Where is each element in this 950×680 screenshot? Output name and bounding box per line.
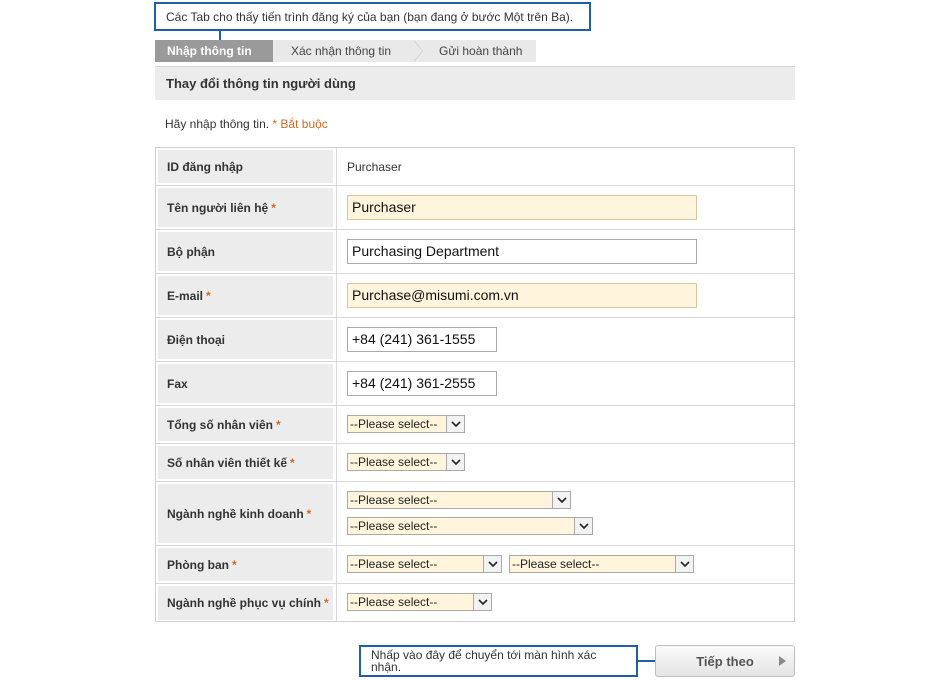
next-button-label: Tiếp theo xyxy=(696,653,754,669)
step-arrow-icon xyxy=(413,40,422,62)
login-id-value: Purchaser xyxy=(347,159,402,174)
row-contact-name: Tên người liên hệ * Purchaser xyxy=(156,186,794,230)
design-employees-select[interactable]: --Please select-- xyxy=(347,453,465,471)
business-industry-select-2[interactable]: --Please select-- xyxy=(347,517,593,535)
department-input[interactable]: Purchasing Department xyxy=(347,239,697,264)
served-industry-select[interactable]: --Please select-- xyxy=(347,593,492,611)
total-employees-label: Tổng số nhân viên * xyxy=(158,408,333,441)
step-complete: Gửi hoàn thành xyxy=(415,40,536,62)
tabs-hint-callout: Các Tab cho thấy tiến trình đăng ký của … xyxy=(154,2,591,31)
design-employees-label: Số nhân viên thiết kế * xyxy=(158,446,333,479)
contact-name-label: Tên người liên hệ * xyxy=(158,188,333,227)
chevron-down-icon xyxy=(483,556,501,572)
email-label: E-mail * xyxy=(158,276,333,315)
total-employees-select[interactable]: --Please select-- xyxy=(347,415,465,433)
row-total-employees: Tổng số nhân viên * --Please select-- xyxy=(156,406,794,444)
division-select-2[interactable]: --Please select-- xyxy=(509,555,694,573)
play-arrow-icon xyxy=(779,656,786,666)
next-hint-callout: Nhấp vào đây để chuyển tới màn hình xác … xyxy=(359,645,638,677)
chevron-down-icon xyxy=(446,454,464,470)
page-title: Thay đổi thông tin người dùng xyxy=(155,66,795,100)
business-industry-select-1[interactable]: --Please select-- xyxy=(347,491,571,509)
row-phone: Điện thoại +84 (241) 361-1555 xyxy=(156,318,794,362)
department-label: Bộ phận xyxy=(158,232,333,271)
row-email: E-mail * Purchase@misumi.com.vn xyxy=(156,274,794,318)
row-business-industry: Ngành nghề kinh doanh * --Please select--… xyxy=(156,482,794,546)
form-instruction: Hãy nhập thông tin. * Bắt buộc xyxy=(165,117,328,131)
contact-name-input[interactable]: Purchaser xyxy=(347,195,697,220)
row-department: Bộ phận Purchasing Department xyxy=(156,230,794,274)
user-info-form: ID đăng nhập Purchaser Tên người liên hệ… xyxy=(155,147,795,622)
progress-steps: Nhập thông tin Xác nhận thông tin Gửi ho… xyxy=(155,40,536,62)
row-design-employees: Số nhân viên thiết kế * --Please select-- xyxy=(156,444,794,482)
next-button[interactable]: Tiếp theo xyxy=(655,645,795,677)
email-field[interactable]: Purchase@misumi.com.vn xyxy=(347,283,697,308)
phone-input[interactable]: +84 (241) 361-1555 xyxy=(347,327,497,352)
row-division: Phòng ban * --Please select-- --Please se… xyxy=(156,546,794,584)
step-confirm-info: Xác nhận thông tin xyxy=(273,40,415,62)
fax-input[interactable]: +84 (241) 361-2555 xyxy=(347,371,497,396)
division-select-1[interactable]: --Please select-- xyxy=(347,555,502,573)
row-fax: Fax +84 (241) 361-2555 xyxy=(156,362,794,406)
chevron-down-icon xyxy=(574,518,592,534)
fax-label: Fax xyxy=(158,364,333,403)
row-served-industry: Ngành nghề phục vụ chính * --Please selec… xyxy=(156,584,794,622)
login-id-label: ID đăng nhập xyxy=(158,150,333,183)
chevron-down-icon xyxy=(473,594,491,610)
next-hint-text: Nhấp vào đây để chuyển tới màn hình xác … xyxy=(371,648,597,674)
division-label: Phòng ban * xyxy=(158,548,333,581)
chevron-down-icon xyxy=(552,492,570,508)
business-industry-label: Ngành nghề kinh doanh * xyxy=(158,484,333,543)
row-login-id: ID đăng nhập Purchaser xyxy=(156,148,794,186)
chevron-down-icon xyxy=(446,416,464,432)
chevron-down-icon xyxy=(675,556,693,572)
next-hint-connector xyxy=(638,660,656,662)
instruction-text: Hãy nhập thông tin. xyxy=(165,117,270,131)
tabs-hint-text: Các Tab cho thấy tiến trình đăng ký của … xyxy=(166,9,574,24)
phone-label: Điện thoại xyxy=(158,320,333,359)
required-note: * Bắt buộc xyxy=(272,117,328,131)
served-industry-label: Ngành nghề phục vụ chính * xyxy=(158,586,333,620)
step-enter-info: Nhập thông tin xyxy=(155,40,273,62)
